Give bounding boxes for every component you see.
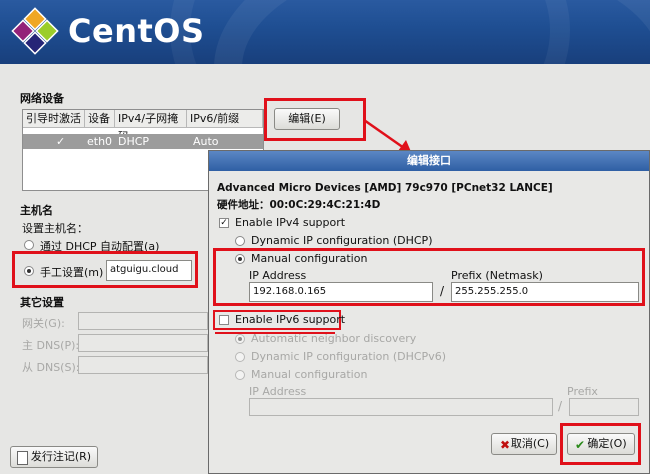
manual-config6-label[interactable]: Manual configuration [251,368,367,381]
hostname-label: 主机名 [20,204,53,217]
dns2-label: 从 DNS(S): [22,361,80,374]
brand-name: CentOS [68,12,205,50]
manual-hostname-label[interactable]: 手工设置(m) [40,264,103,280]
prefix6-label: Prefix [567,385,598,398]
enable-ipv4-label[interactable]: Enable IPv4 support [235,216,345,229]
ip-address6-input[interactable] [249,398,553,416]
prefix6-input[interactable] [569,398,639,416]
release-notes-button[interactable]: 发行注记(R) [10,446,98,468]
dynamic-ipv6-label[interactable]: Dynamic IP configuration (DHCPv6) [251,350,446,363]
ip-address-input[interactable]: 192.168.0.165 [249,282,433,302]
header-banner: CentOS [0,0,650,64]
ok-label: 确定(O) [587,437,627,450]
set-hostname-label: 设置主机名： [22,222,88,235]
column-header[interactable]: 设备 [85,110,115,128]
dynamic-ipv6-radio[interactable] [235,352,245,362]
other-settings-label: 其它设置 [20,296,64,309]
active-checkbox[interactable]: ✓ [56,134,65,149]
dialog-title: 编辑接口 [209,151,649,171]
centos-logo-icon [11,7,59,55]
edit-interface-dialog: 编辑接口 Advanced Micro Devices [AMD] 79c970… [208,150,650,474]
banner-decoration [170,0,570,64]
cancel-icon: ✖ [500,438,511,452]
gateway-label: 网关(G): [22,317,65,330]
manual-config-radio[interactable] [235,254,245,264]
ip-address-label: IP Address [249,269,307,282]
hw-address: 硬件地址：00:0C:29:4C:21:4D [217,199,381,211]
notes-icon [17,451,28,465]
dns2-input[interactable] [78,356,208,374]
enable-ipv6-checkbox[interactable] [219,315,229,325]
manual-config-label[interactable]: Manual configuration [251,252,367,265]
prefix-label: Prefix (Netmask) [451,269,543,282]
cancel-button[interactable]: ✖ 取消(C) [491,433,557,455]
ok-button[interactable]: ✔ 确定(O) [567,433,635,455]
table-row[interactable]: ✓ eth0 DHCP Auto [23,134,263,149]
ip-address6-label: IP Address [249,385,307,398]
enable-ipv6-label[interactable]: Enable IPv6 support [235,313,345,326]
gateway-input[interactable] [78,312,208,330]
prefix6-separator: / [558,399,563,413]
ipv6-cell: Auto [193,135,219,148]
column-header[interactable]: IPv4/子网掩码 [115,110,187,143]
device-cell: eth0 [87,135,113,148]
device-name: Advanced Micro Devices [AMD] 79c970 [PCn… [217,182,553,194]
release-notes-label: 发行注记(R) [30,450,92,463]
dynamic-ip-radio[interactable] [235,236,245,246]
ok-icon: ✔ [575,438,586,452]
column-header[interactable]: IPv6/前缀 [187,110,263,128]
enable-ipv4-checkbox[interactable]: ✓ [219,218,229,228]
dns1-input[interactable] [78,334,208,352]
prefix-separator: / [440,284,445,298]
cancel-label: 取消(C) [510,437,550,450]
column-header[interactable]: 引导时激活 [23,110,85,128]
network-devices-label: 网络设备 [20,92,64,105]
manual-config6-radio[interactable] [235,370,245,380]
auto-neighbor-radio[interactable] [235,334,245,344]
dynamic-ip-label[interactable]: Dynamic IP configuration (DHCP) [251,234,432,247]
dns1-label: 主 DNS(P): [22,339,80,352]
auto-neighbor-label[interactable]: Automatic neighbor discovery [251,332,416,345]
hostname-input[interactable]: atguigu.cloud [106,260,192,281]
manual-hostname-radio[interactable] [24,266,34,276]
dhcp-hostname-radio[interactable] [24,240,34,250]
prefix-input[interactable]: 255.255.255.0 [451,282,639,302]
edit-button[interactable]: 编辑(E) [274,108,340,130]
ipv4-cell: DHCP [118,135,150,148]
